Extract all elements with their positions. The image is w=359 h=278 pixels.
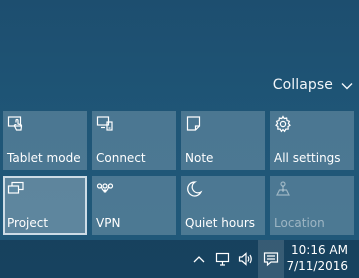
network-icon[interactable] xyxy=(215,251,231,267)
tile-tablet-mode[interactable]: Tablet mode xyxy=(3,111,87,170)
vpn-icon xyxy=(96,180,114,198)
action-center-icon xyxy=(263,251,279,267)
tile-location: Location xyxy=(270,176,354,235)
chevron-down-icon xyxy=(340,78,354,92)
tile-label: Location xyxy=(274,216,325,230)
tile-label: Project xyxy=(7,216,49,230)
taskbar-clock[interactable]: 10:16 AM 7/11/2016 xyxy=(286,242,348,274)
tile-label: Note xyxy=(185,151,214,165)
chevron-up-icon[interactable] xyxy=(191,251,207,267)
collapse-label: Collapse xyxy=(272,77,333,93)
moon-icon xyxy=(185,180,203,198)
tile-quiet-hours[interactable]: Quiet hours xyxy=(181,176,265,235)
quick-actions-grid: Tablet mode Connect Note All settings Pr… xyxy=(3,111,356,237)
location-icon xyxy=(274,180,292,198)
action-center-button[interactable] xyxy=(258,240,284,278)
tile-label: Quiet hours xyxy=(185,216,256,230)
clock-date: 7/11/2016 xyxy=(286,259,348,273)
tile-label: Tablet mode xyxy=(7,151,81,165)
tile-note[interactable]: Note xyxy=(181,111,265,170)
gear-icon xyxy=(274,115,292,133)
tile-label: All settings xyxy=(274,151,341,165)
tablet-mode-icon xyxy=(7,115,25,133)
tile-all-settings[interactable]: All settings xyxy=(270,111,354,170)
tile-label: Connect xyxy=(96,151,146,165)
note-icon xyxy=(185,115,203,133)
tile-label: VPN xyxy=(96,216,121,230)
tile-connect[interactable]: Connect xyxy=(92,111,176,170)
tile-vpn[interactable]: VPN xyxy=(92,176,176,235)
connect-icon xyxy=(96,115,114,133)
project-icon xyxy=(7,180,25,198)
collapse-button[interactable]: Collapse xyxy=(264,74,354,96)
volume-icon[interactable] xyxy=(238,251,254,267)
clock-time: 10:16 AM xyxy=(291,243,348,257)
tile-project[interactable]: Project xyxy=(3,176,87,235)
